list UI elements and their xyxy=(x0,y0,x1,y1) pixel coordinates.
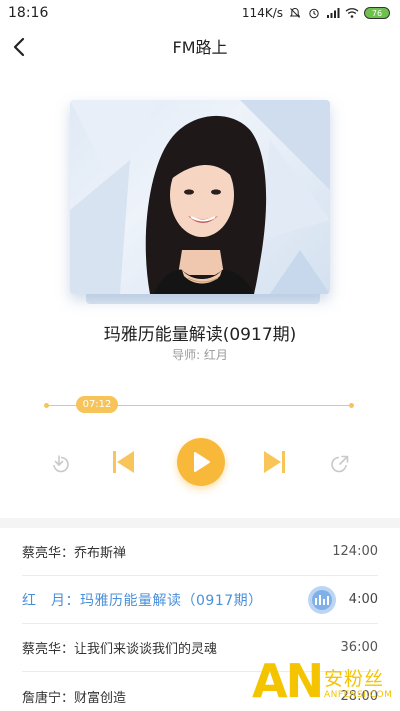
prev-button[interactable] xyxy=(110,448,136,476)
mute-icon xyxy=(288,7,302,19)
play-icon xyxy=(194,452,210,472)
status-time: 18:16 xyxy=(8,5,49,21)
progress-end-dot xyxy=(349,403,354,408)
share-icon xyxy=(331,455,349,473)
album-cover xyxy=(70,100,330,304)
status-bar: 18:16 114K/s 76 xyxy=(0,0,400,26)
track-teacher: 导师: 红月 xyxy=(172,348,228,362)
download-button[interactable] xyxy=(46,450,72,476)
play-button[interactable] xyxy=(177,438,225,486)
playlist-item-title: 红 月：玛雅历能量解读（0917期） xyxy=(22,592,263,609)
progress-thumb[interactable]: 07:12 xyxy=(76,396,118,413)
playlist-item-active[interactable]: 红 月：玛雅历能量解读（0917期） 4:00 xyxy=(22,576,378,624)
download-icon xyxy=(53,455,69,473)
next-icon xyxy=(264,451,285,473)
wifi-icon xyxy=(345,7,359,19)
track-title: 玛雅历能量解读(0917期) xyxy=(103,325,297,345)
watermark-cn: 安粉丝 xyxy=(324,668,385,690)
cover-image xyxy=(70,100,330,294)
net-speed: 114K/s xyxy=(241,6,283,20)
progress-bar[interactable]: 07:12 xyxy=(44,396,354,413)
playlist-item-duration: 4:00 xyxy=(348,592,378,607)
now-playing-icon xyxy=(308,586,336,614)
prev-icon xyxy=(113,451,134,473)
chevron-left-icon xyxy=(13,37,25,57)
playlist-item-title: 蔡亮华：乔布斯禅 xyxy=(22,546,127,561)
playlist-item-duration: 36:00 xyxy=(340,640,378,655)
playlist-item-duration: 124:00 xyxy=(332,544,378,559)
player-controls xyxy=(0,438,400,486)
nav-bar: FM路上 xyxy=(0,26,400,66)
watermark-en: ANFENSI.COM xyxy=(324,690,393,700)
watermark-an: AN xyxy=(252,654,324,708)
battery-icon: 76 xyxy=(364,7,390,19)
progress-start-dot xyxy=(44,403,49,408)
playlist-item-title: 詹唐宁：财富创造 xyxy=(22,690,127,706)
playlist-item[interactable]: 蔡亮华：乔布斯禅 124:00 xyxy=(22,528,378,576)
page-title: FM路上 xyxy=(172,38,228,57)
playlist-item-title: 蔡亮华：让我们来谈谈我们的灵魂 xyxy=(22,642,218,657)
back-button[interactable] xyxy=(6,34,32,60)
status-icons: 114K/s 76 xyxy=(242,6,390,20)
next-button[interactable] xyxy=(262,448,288,476)
section-divider xyxy=(0,518,400,528)
alarm-icon xyxy=(307,7,321,19)
watermark-logo: AN 安粉丝 ANFENSI.COM xyxy=(252,658,400,711)
share-button[interactable] xyxy=(328,450,354,476)
signal-icon xyxy=(326,7,340,19)
